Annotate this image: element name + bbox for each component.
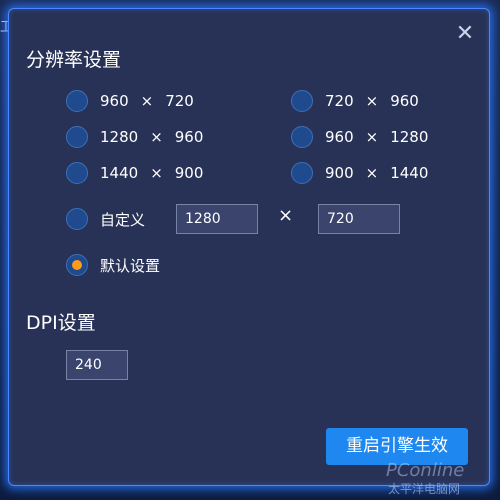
- radio-button[interactable]: [291, 126, 313, 148]
- resolution-option-960x1280[interactable]: 960 × 1280: [291, 124, 428, 150]
- resolution-option-900x1440[interactable]: 900 × 1440: [291, 160, 428, 186]
- custom-height-input[interactable]: 720: [318, 204, 400, 234]
- dpi-section-title: DPI设置: [26, 312, 96, 334]
- resolution-option-default[interactable]: 默认设置: [66, 252, 160, 278]
- resolution-option-720x960[interactable]: 720 × 960: [291, 88, 419, 114]
- radio-button[interactable]: [291, 90, 313, 112]
- radio-button[interactable]: [291, 162, 313, 184]
- radio-button[interactable]: [66, 208, 88, 230]
- radio-button[interactable]: [66, 162, 88, 184]
- resolution-option-1440x900[interactable]: 1440 × 900: [66, 160, 203, 186]
- watermark-logo-text: PConline: [386, 460, 465, 481]
- radio-button-selected[interactable]: [66, 254, 88, 276]
- custom-times-sign: ×: [278, 205, 294, 226]
- close-icon[interactable]: ✕: [453, 22, 477, 46]
- resolution-option-custom[interactable]: 自定义: [66, 206, 145, 232]
- watermark-site-name: 太平洋电脑网: [388, 482, 461, 496]
- resolution-settings-dialog: [8, 8, 490, 486]
- watermark: PConline 太平洋电脑网: [386, 456, 496, 496]
- resolution-section-title: 分辨率设置: [26, 49, 122, 71]
- dpi-input[interactable]: 240: [66, 350, 128, 380]
- radio-button[interactable]: [66, 126, 88, 148]
- radio-button[interactable]: [66, 90, 88, 112]
- custom-width-input[interactable]: 1280: [176, 204, 258, 234]
- resolution-option-1280x960[interactable]: 1280 × 960: [66, 124, 203, 150]
- resolution-option-960x720[interactable]: 960 × 720: [66, 88, 194, 114]
